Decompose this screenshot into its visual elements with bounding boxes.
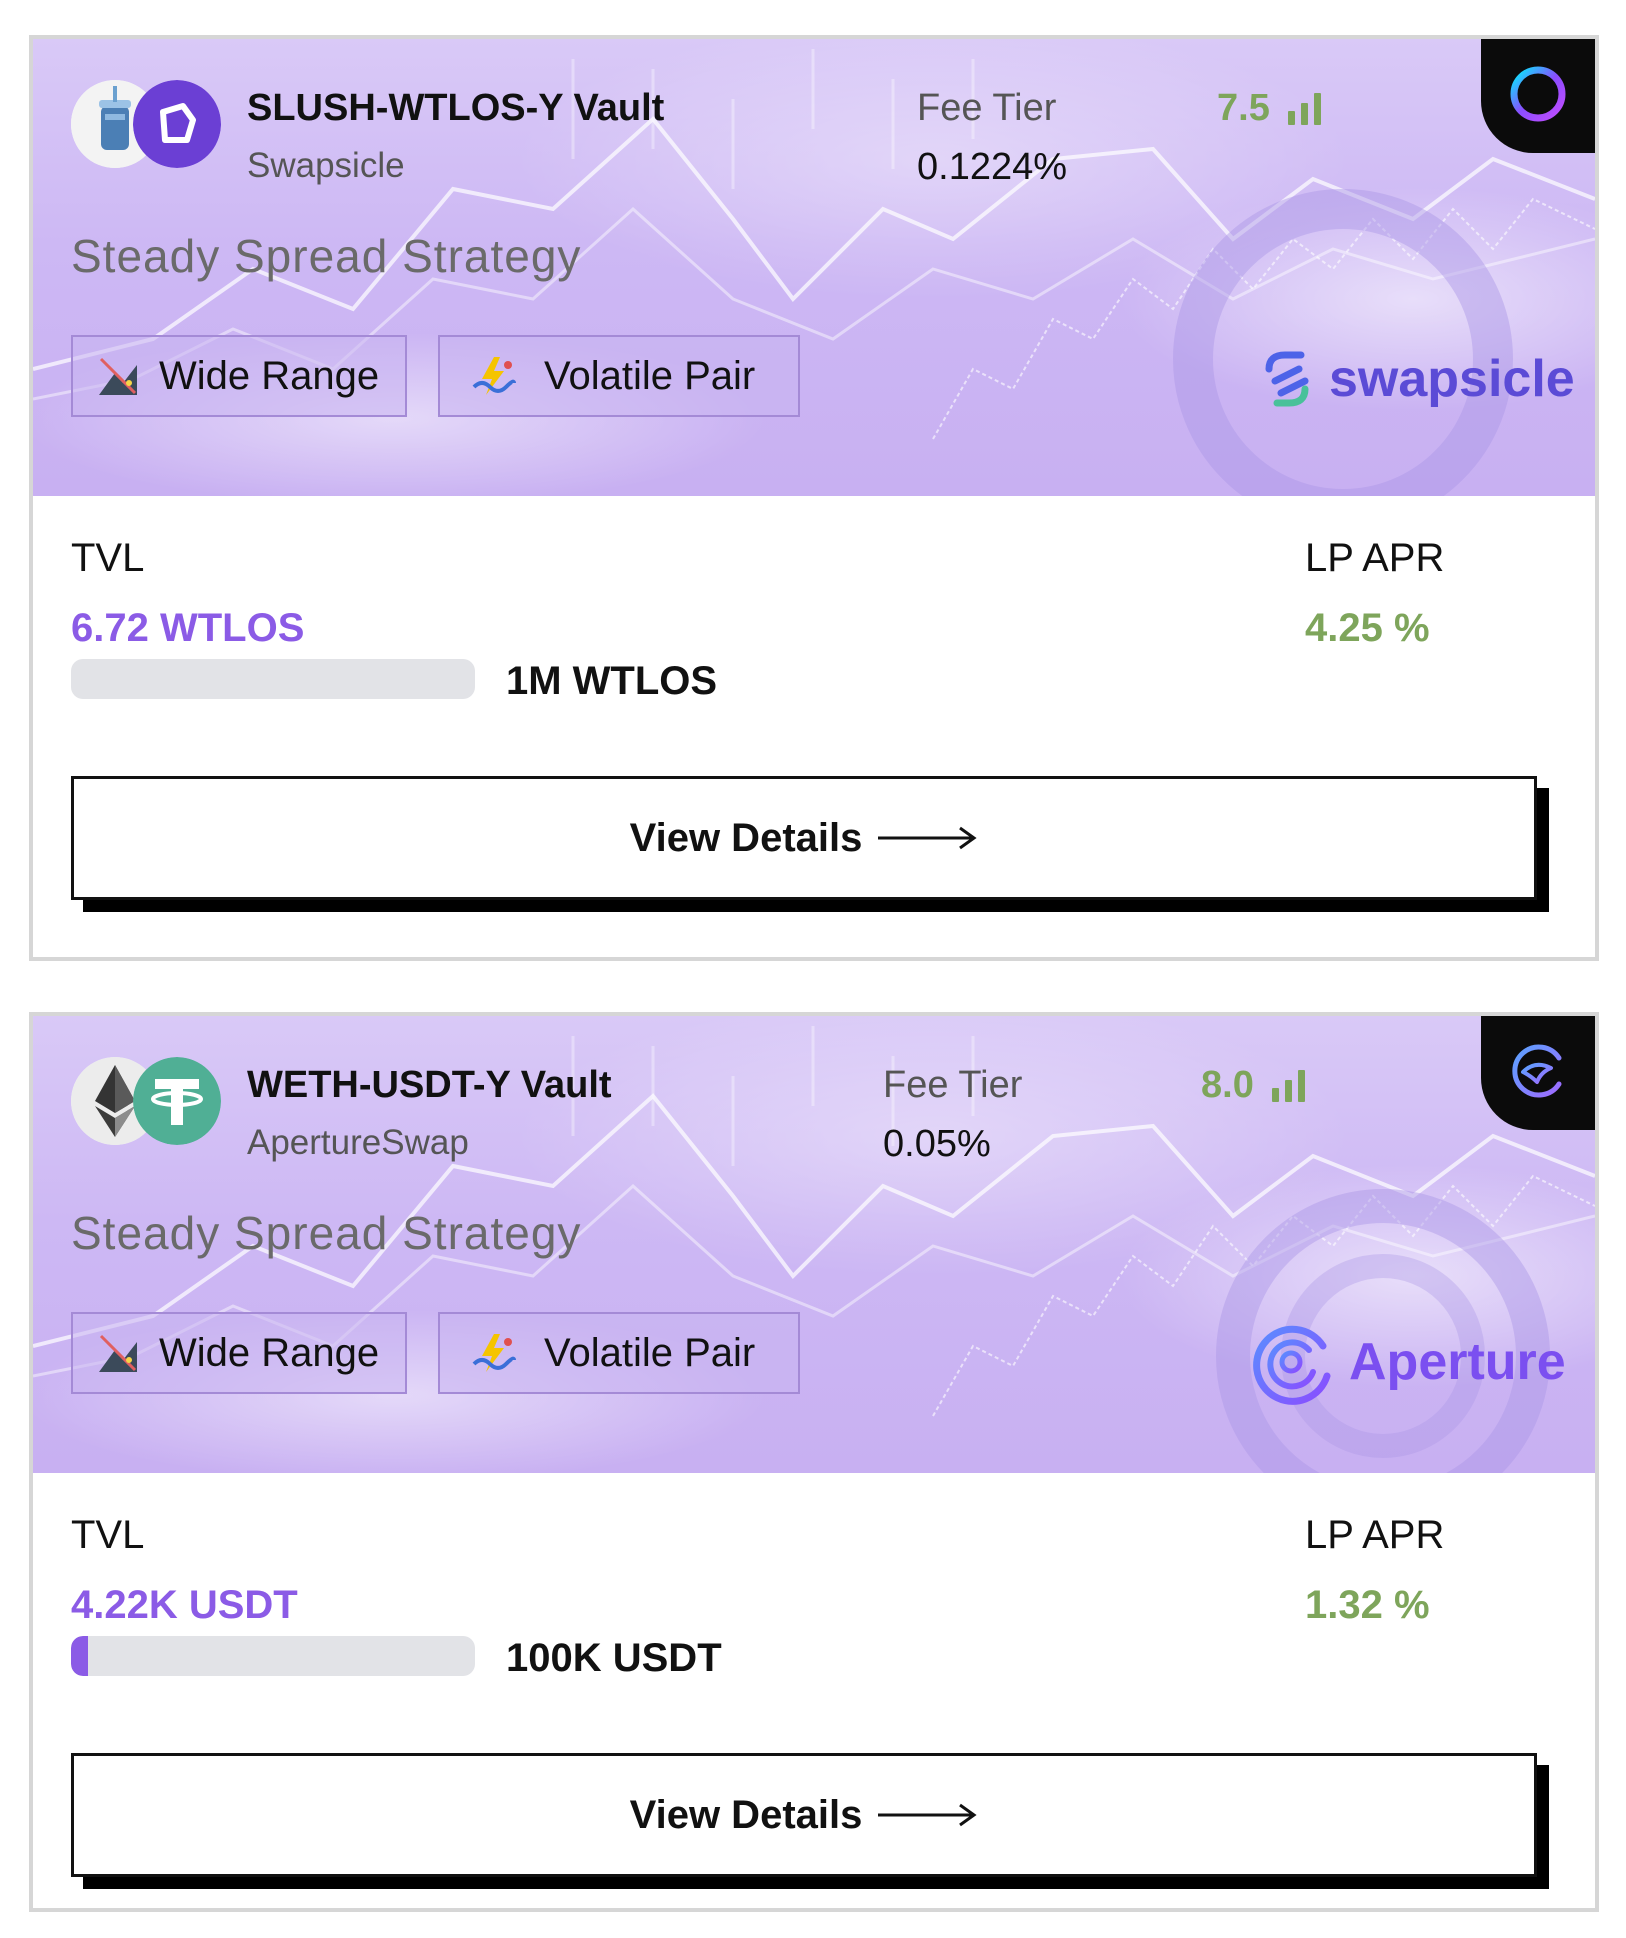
aperture-bird-icon: [1505, 1038, 1571, 1109]
protocol-name: Swapsicle: [247, 146, 405, 185]
fee-tier-value: 0.05%: [883, 1123, 991, 1165]
vault-hero: WETH-USDT-Y Vault ApertureSwap Fee Tier …: [33, 1016, 1595, 1473]
brand-name: swapsicle: [1329, 350, 1575, 408]
chain-badge: [1481, 1016, 1595, 1130]
fee-tier-label: Fee Tier: [883, 1064, 1023, 1106]
tag-label: Volatile Pair: [544, 353, 756, 398]
signal-bars-icon: [1271, 1069, 1305, 1102]
tvl-value: 4.22K USDT: [71, 1583, 298, 1627]
tag-wide-range: Wide Range: [71, 1312, 407, 1394]
tether-token-icon: [133, 1057, 221, 1145]
tag-wide-range: Wide Range: [71, 335, 407, 417]
tvl-value: 6.72 WTLOS: [71, 606, 305, 650]
tvl-progress-bar: [71, 1636, 475, 1676]
telos-ring-icon: [1506, 62, 1570, 131]
token-pair: [71, 80, 221, 168]
volatile-pair-icon: [470, 353, 516, 399]
token-pair: [71, 1057, 221, 1145]
lp-apr-label: LP APR: [1305, 1513, 1445, 1557]
tag-label: Wide Range: [159, 1330, 380, 1375]
aperture-logo: Aperture: [1243, 1316, 1566, 1408]
button-label: View Details: [629, 1792, 863, 1837]
chain-badge: [1481, 39, 1595, 153]
signal-bars-icon: [1287, 92, 1321, 125]
arrow-right-icon: [878, 826, 977, 850]
score-value: 7.5: [1217, 87, 1270, 129]
vault-card-slush-wtlos: SLUSH-WTLOS-Y Vault Swapsicle Fee Tier 0…: [29, 35, 1599, 961]
arrow-right-icon: [878, 1803, 977, 1827]
vault-score: 8.0: [1201, 1064, 1305, 1107]
tvl-label: TVL: [71, 1513, 145, 1557]
strategy-name: Steady Spread Strategy: [71, 1207, 582, 1259]
wide-range-icon: [95, 1330, 141, 1376]
tvl-cap: 1M WTLOS: [506, 659, 718, 703]
volatile-pair-icon: [470, 1330, 516, 1376]
wide-range-icon: [95, 353, 141, 399]
aperture-logo-icon: [1253, 1325, 1331, 1405]
protocol-name: ApertureSwap: [247, 1123, 469, 1162]
lp-apr-value: 4.25 %: [1305, 606, 1430, 650]
view-details-button[interactable]: View Details: [71, 776, 1537, 900]
tvl-cap: 100K USDT: [506, 1636, 722, 1680]
vault-hero: SLUSH-WTLOS-Y Vault Swapsicle Fee Tier 0…: [33, 39, 1595, 496]
brand-name: Aperture: [1349, 1333, 1566, 1391]
swapsicle-logo: swapsicle: [1255, 347, 1575, 411]
fee-tier-label: Fee Tier: [917, 87, 1057, 129]
fee-tier-value: 0.1224%: [917, 146, 1068, 188]
score-value: 8.0: [1201, 1064, 1254, 1106]
vault-stats: TVL 4.22K USDT 100K USDT LP APR 1.32 % V…: [33, 1473, 1595, 1938]
tag-volatile-pair: Volatile Pair: [438, 335, 800, 417]
lp-apr-label: LP APR: [1305, 536, 1445, 580]
view-details-button[interactable]: View Details: [71, 1753, 1537, 1877]
vault-card-weth-usdt: WETH-USDT-Y Vault ApertureSwap Fee Tier …: [29, 1012, 1599, 1912]
vault-stats: TVL 6.72 WTLOS 1M WTLOS LP APR 4.25 % Vi…: [33, 496, 1595, 961]
vault-name: WETH-USDT-Y Vault: [247, 1064, 612, 1106]
tag-volatile-pair: Volatile Pair: [438, 1312, 800, 1394]
vault-name: SLUSH-WTLOS-Y Vault: [247, 87, 665, 129]
tvl-progress-bar: [71, 659, 475, 699]
strategy-name: Steady Spread Strategy: [71, 230, 582, 282]
tag-label: Wide Range: [159, 353, 380, 398]
wtlos-token-icon: [133, 80, 221, 168]
vault-score: 7.5: [1217, 87, 1321, 130]
tag-label: Volatile Pair: [544, 1330, 756, 1375]
lp-apr-value: 1.32 %: [1305, 1583, 1430, 1627]
tvl-label: TVL: [71, 536, 145, 580]
swapsicle-logo-icon: [1265, 351, 1309, 407]
tvl-progress-fill: [71, 1636, 89, 1676]
button-label: View Details: [629, 815, 863, 860]
